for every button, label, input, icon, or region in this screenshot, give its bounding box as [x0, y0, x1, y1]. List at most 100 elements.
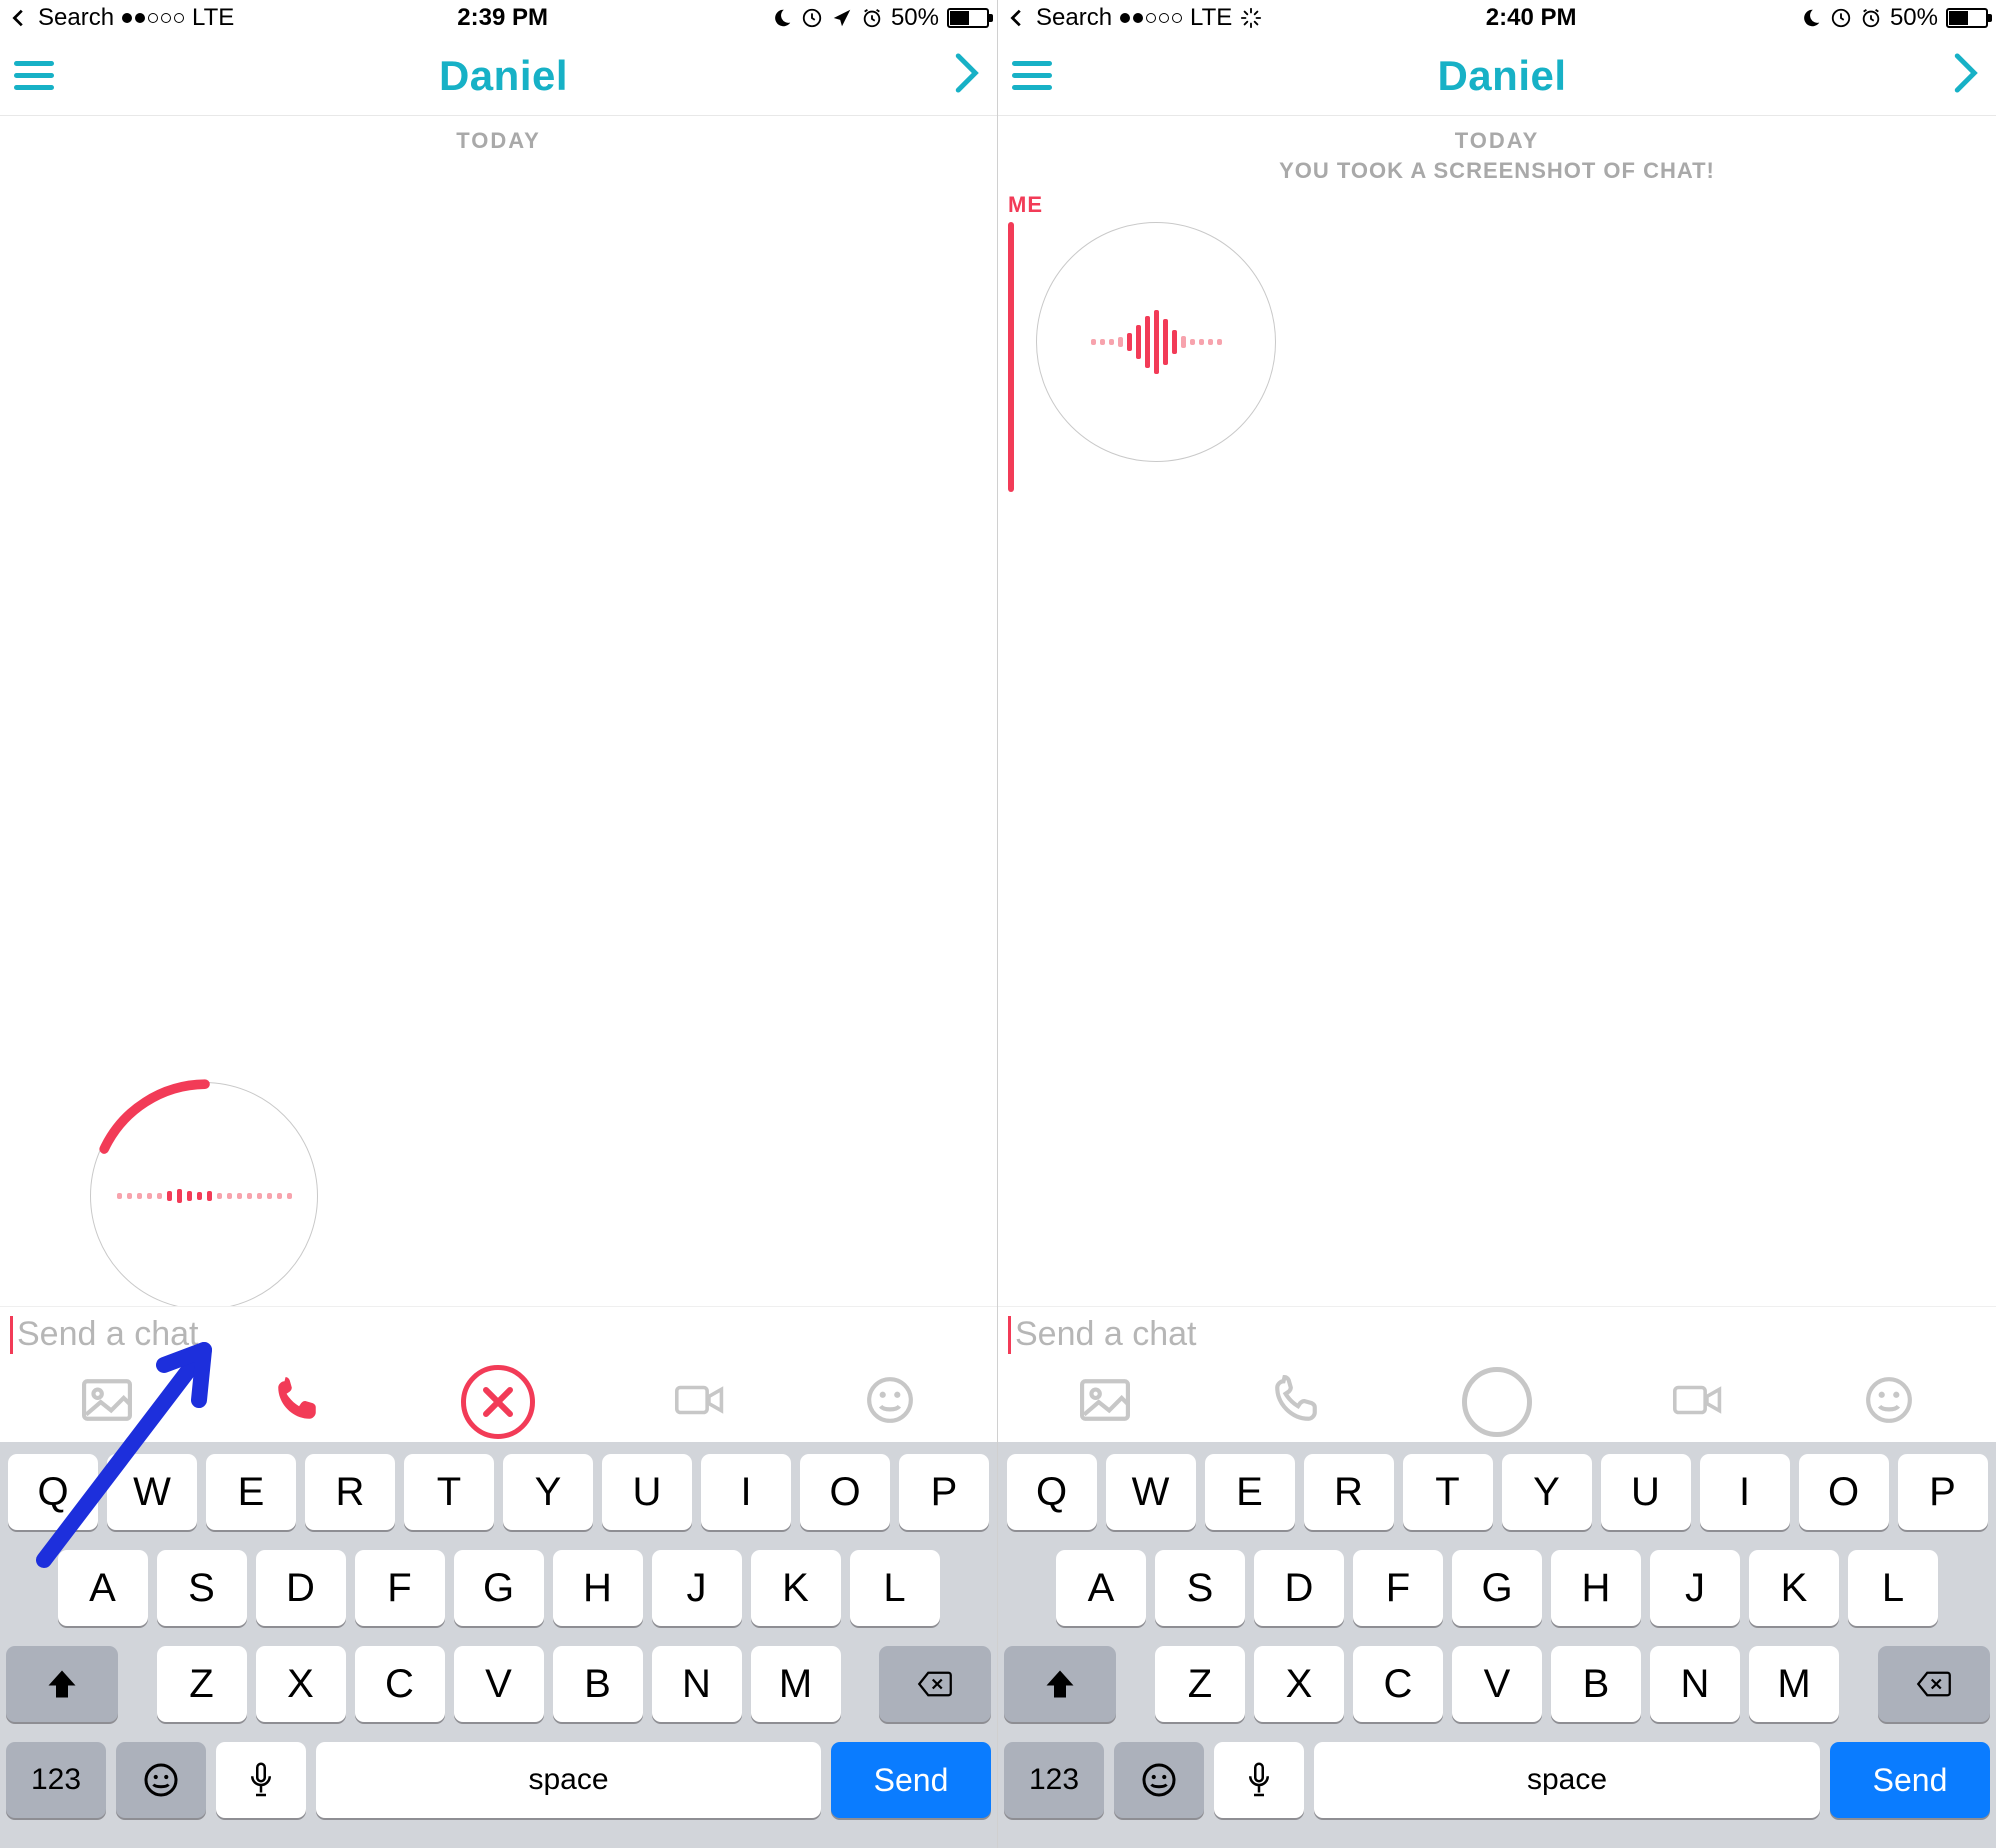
gallery-button[interactable] [1080, 1375, 1130, 1430]
moon-icon [1800, 7, 1822, 29]
key-i[interactable]: I [1700, 1454, 1790, 1530]
voice-note-message[interactable] [1008, 222, 1996, 492]
key-j[interactable]: J [1650, 1550, 1740, 1626]
voice-note-button[interactable] [1462, 1367, 1532, 1437]
key-r[interactable]: R [1304, 1454, 1394, 1530]
key-o[interactable]: O [800, 1454, 890, 1530]
chat-input-placeholder: Send a chat [17, 1315, 198, 1354]
video-call-button[interactable] [675, 1375, 725, 1430]
forward-chevron-icon[interactable] [1952, 51, 1982, 100]
key-x[interactable]: X [1254, 1646, 1344, 1722]
backspace-key[interactable] [879, 1646, 991, 1722]
key-v[interactable]: V [1452, 1646, 1542, 1722]
shift-key[interactable] [1004, 1646, 1116, 1722]
key-n[interactable]: N [652, 1646, 742, 1722]
chat-title[interactable]: Daniel [1437, 52, 1566, 100]
battery-icon [947, 8, 989, 28]
chat-input-row[interactable]: Send a chat [0, 1306, 997, 1362]
key-u[interactable]: U [602, 1454, 692, 1530]
voice-call-button[interactable] [1271, 1375, 1321, 1430]
send-key[interactable]: Send [1830, 1742, 1990, 1818]
key-o[interactable]: O [1799, 1454, 1889, 1530]
key-r[interactable]: R [305, 1454, 395, 1530]
key-s[interactable]: S [157, 1550, 247, 1626]
key-n[interactable]: N [1650, 1646, 1740, 1722]
key-w[interactable]: W [107, 1454, 197, 1530]
key-t[interactable]: T [404, 1454, 494, 1530]
key-w[interactable]: W [1106, 1454, 1196, 1530]
voice-note-bubble[interactable] [1036, 222, 1276, 462]
key-g[interactable]: G [454, 1550, 544, 1626]
chat-body: TODAY YOU TOOK A SCREENSHOT OF CHAT! ME [998, 116, 1996, 1306]
space-key[interactable]: space [1314, 1742, 1820, 1818]
key-e[interactable]: E [206, 1454, 296, 1530]
key-h[interactable]: H [1551, 1550, 1641, 1626]
menu-icon[interactable] [1012, 61, 1052, 90]
key-p[interactable]: P [899, 1454, 989, 1530]
key-a[interactable]: A [58, 1550, 148, 1626]
dictation-key[interactable] [1214, 1742, 1304, 1818]
day-header: TODAY [0, 128, 997, 154]
emoji-key[interactable] [1114, 1742, 1204, 1818]
key-h[interactable]: H [553, 1550, 643, 1626]
key-c[interactable]: C [1353, 1646, 1443, 1722]
key-i[interactable]: I [701, 1454, 791, 1530]
forward-chevron-icon[interactable] [953, 51, 983, 100]
key-q[interactable]: Q [8, 1454, 98, 1530]
key-z[interactable]: Z [1155, 1646, 1245, 1722]
back-to-app-label[interactable]: Search [38, 4, 114, 32]
key-u[interactable]: U [1601, 1454, 1691, 1530]
key-g[interactable]: G [1452, 1550, 1542, 1626]
emoji-key[interactable] [116, 1742, 206, 1818]
back-to-app-label[interactable]: Search [1036, 4, 1112, 32]
sticker-button[interactable] [1864, 1375, 1914, 1430]
key-f[interactable]: F [1353, 1550, 1443, 1626]
chat-header: Daniel [0, 36, 997, 116]
keyboard: QWERTYUIOP ASDFGHJKL ZXCVBNM 123 space S… [998, 1442, 1996, 1848]
key-l[interactable]: L [850, 1550, 940, 1626]
key-b[interactable]: B [553, 1646, 643, 1722]
sender-label: ME [1008, 192, 1996, 218]
key-q[interactable]: Q [1007, 1454, 1097, 1530]
recording-bubble[interactable] [90, 1082, 318, 1306]
backspace-key[interactable] [1878, 1646, 1990, 1722]
key-m[interactable]: M [1749, 1646, 1839, 1722]
voice-call-button[interactable] [272, 1375, 322, 1430]
sticker-button[interactable] [865, 1375, 915, 1430]
key-v[interactable]: V [454, 1646, 544, 1722]
key-k[interactable]: K [1749, 1550, 1839, 1626]
numbers-key[interactable]: 123 [1004, 1742, 1104, 1818]
cancel-recording-button[interactable] [461, 1365, 535, 1439]
key-t[interactable]: T [1403, 1454, 1493, 1530]
key-s[interactable]: S [1155, 1550, 1245, 1626]
location-icon [831, 7, 853, 29]
key-j[interactable]: J [652, 1550, 742, 1626]
key-y[interactable]: Y [503, 1454, 593, 1530]
space-key[interactable]: space [316, 1742, 821, 1818]
key-z[interactable]: Z [157, 1646, 247, 1722]
key-m[interactable]: M [751, 1646, 841, 1722]
key-f[interactable]: F [355, 1550, 445, 1626]
key-e[interactable]: E [1205, 1454, 1295, 1530]
chat-title[interactable]: Daniel [439, 52, 568, 100]
back-caret-icon [1006, 7, 1028, 29]
key-b[interactable]: B [1551, 1646, 1641, 1722]
dictation-key[interactable] [216, 1742, 306, 1818]
key-l[interactable]: L [1848, 1550, 1938, 1626]
gallery-button[interactable] [82, 1375, 132, 1430]
video-call-button[interactable] [1673, 1375, 1723, 1430]
key-d[interactable]: D [256, 1550, 346, 1626]
key-c[interactable]: C [355, 1646, 445, 1722]
key-k[interactable]: K [751, 1550, 841, 1626]
key-p[interactable]: P [1898, 1454, 1988, 1530]
send-key[interactable]: Send [831, 1742, 991, 1818]
key-d[interactable]: D [1254, 1550, 1344, 1626]
chat-input-row[interactable]: Send a chat [998, 1306, 1996, 1362]
menu-icon[interactable] [14, 61, 54, 90]
orientation-lock-icon [801, 7, 823, 29]
key-y[interactable]: Y [1502, 1454, 1592, 1530]
shift-key[interactable] [6, 1646, 118, 1722]
key-a[interactable]: A [1056, 1550, 1146, 1626]
numbers-key[interactable]: 123 [6, 1742, 106, 1818]
key-x[interactable]: X [256, 1646, 346, 1722]
